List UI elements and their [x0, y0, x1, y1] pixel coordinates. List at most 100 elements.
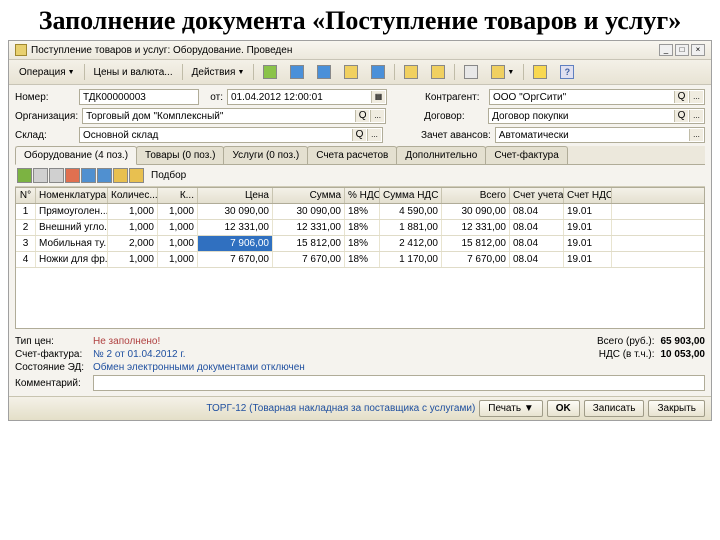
cell[interactable]: 19.01 [564, 252, 612, 267]
cell[interactable]: 12 331,00 [273, 220, 345, 235]
cell[interactable]: 1 170,00 [380, 252, 442, 267]
actions-menu[interactable]: Действия▼ [186, 64, 251, 81]
write-button[interactable]: Записать [584, 400, 645, 417]
col-total[interactable]: Всего [442, 188, 510, 203]
col-vsum[interactable]: Сумма НДС [380, 188, 442, 203]
sklad-open-icon[interactable]: Q [352, 129, 366, 141]
cell[interactable]: 08.04 [510, 252, 564, 267]
cell[interactable]: 12 331,00 [198, 220, 273, 235]
row-copy-icon[interactable] [33, 168, 48, 183]
torg-link[interactable]: ТОРГ-12 (Товарная накладная за поставщик… [206, 403, 475, 414]
col-vat[interactable]: % НДС [345, 188, 380, 203]
cell[interactable]: 08.04 [510, 204, 564, 219]
cell[interactable]: 30 090,00 [198, 204, 273, 219]
cell[interactable]: 3 [16, 236, 36, 251]
nav2-icon[interactable] [311, 62, 337, 82]
cell[interactable]: 08.04 [510, 236, 564, 251]
date-field[interactable]: 01.04.2012 12:00:01▦ [227, 89, 387, 105]
dog-open-icon[interactable]: Q [674, 110, 688, 122]
cell[interactable]: 1,000 [158, 220, 198, 235]
cell[interactable]: 12 331,00 [442, 220, 510, 235]
grid-empty[interactable] [16, 268, 704, 328]
row-down-icon[interactable] [97, 168, 112, 183]
cell[interactable]: 30 090,00 [442, 204, 510, 219]
cell[interactable]: 1 [16, 204, 36, 219]
ok-button[interactable]: OK [547, 400, 580, 417]
cell[interactable]: 2,000 [108, 236, 158, 251]
sf-link[interactable]: № 2 от 01.04.2012 г. [93, 349, 599, 360]
close-doc-button[interactable]: Закрыть [648, 400, 705, 417]
items-grid[interactable]: N° Номенклатура Количес... К... Цена Сум… [15, 187, 705, 329]
sklad-field[interactable]: Основной складQ... [79, 127, 383, 143]
minimize-button[interactable]: _ [659, 44, 673, 56]
add-icon[interactable] [257, 62, 283, 82]
print-icon[interactable] [458, 62, 484, 82]
tab-invoice[interactable]: Счет-фактура [485, 146, 567, 164]
row-add-icon[interactable] [17, 168, 32, 183]
col-nom[interactable]: Номенклатура [36, 188, 108, 203]
col-n[interactable]: N° [16, 188, 36, 203]
tips-icon[interactable] [527, 62, 553, 82]
cell[interactable]: 1,000 [158, 236, 198, 251]
prices-button[interactable]: Цены и валюта... [88, 64, 179, 81]
cell[interactable]: 30 090,00 [273, 204, 345, 219]
cell[interactable]: 19.01 [564, 204, 612, 219]
cell[interactable]: 19.01 [564, 220, 612, 235]
cell[interactable]: 18% [345, 236, 380, 251]
number-field[interactable]: ТДК00000003 [79, 89, 199, 105]
contr-field[interactable]: ООО "ОргСити"Q... [489, 89, 705, 105]
sklad-select-icon[interactable]: ... [367, 129, 381, 141]
org-open-icon[interactable]: Q [355, 110, 369, 122]
cell[interactable]: 4 590,00 [380, 204, 442, 219]
org-field[interactable]: Торговый дом "Комплексный"Q... [82, 108, 386, 124]
tab-additional[interactable]: Дополнительно [396, 146, 486, 164]
tab-accounts[interactable]: Счета расчетов [307, 146, 397, 164]
cell[interactable]: Прямоуголен... [36, 204, 108, 219]
maximize-button[interactable]: □ [675, 44, 689, 56]
cell[interactable]: 18% [345, 204, 380, 219]
cell[interactable]: 2 [16, 220, 36, 235]
dog-field[interactable]: Договор покупкиQ... [488, 108, 705, 124]
date-picker-icon[interactable]: ▦ [371, 91, 385, 103]
col-acc[interactable]: Счет учета [510, 188, 564, 203]
cell[interactable]: 18% [345, 252, 380, 267]
cell[interactable]: 1,000 [158, 252, 198, 267]
zach-field[interactable]: Автоматически... [495, 127, 705, 143]
table-row[interactable]: 4Ножки для фр...1,0001,0007 670,007 670,… [16, 252, 704, 268]
struct-icon[interactable] [398, 62, 424, 82]
row-edit-icon[interactable] [49, 168, 64, 183]
cell[interactable]: Внешний угло... [36, 220, 108, 235]
col-k[interactable]: К... [158, 188, 198, 203]
cell[interactable]: 19.01 [564, 236, 612, 251]
cell[interactable]: 2 412,00 [380, 236, 442, 251]
row-delete-icon[interactable] [65, 168, 80, 183]
table-row[interactable]: 2Внешний угло...1,0001,00012 331,0012 33… [16, 220, 704, 236]
cell[interactable]: 1,000 [108, 220, 158, 235]
table-row[interactable]: 1Прямоуголен...1,0001,00030 090,0030 090… [16, 204, 704, 220]
cell[interactable]: 1 881,00 [380, 220, 442, 235]
cell[interactable]: 18% [345, 220, 380, 235]
col-qty[interactable]: Количес... [108, 188, 158, 203]
tab-services[interactable]: Услуги (0 поз.) [223, 146, 308, 164]
cell[interactable]: Мобильная ту... [36, 236, 108, 251]
cell[interactable]: 08.04 [510, 220, 564, 235]
table-row[interactable]: 3Мобильная ту...2,0001,0007 906,00 15 812… [16, 236, 704, 252]
post-icon[interactable] [338, 62, 364, 82]
podbor-button[interactable]: Подбор [145, 167, 192, 184]
cell[interactable]: 1,000 [108, 252, 158, 267]
cell[interactable]: 4 [16, 252, 36, 267]
row-sort2-icon[interactable] [129, 168, 144, 183]
cell[interactable]: 15 812,00 [442, 236, 510, 251]
cell[interactable]: 7 906,00 [198, 236, 273, 251]
report-icon[interactable] [425, 62, 451, 82]
cell[interactable]: 7 670,00 [198, 252, 273, 267]
close-button[interactable]: × [691, 44, 705, 56]
comment-field[interactable] [93, 375, 705, 391]
help-icon[interactable]: ? [554, 62, 580, 82]
cell[interactable]: 7 670,00 [442, 252, 510, 267]
col-sum[interactable]: Сумма [273, 188, 345, 203]
row-sort-icon[interactable] [113, 168, 128, 183]
cell[interactable]: 7 670,00 [273, 252, 345, 267]
nav-icon[interactable] [284, 62, 310, 82]
operation-menu[interactable]: Операция▼ [13, 64, 81, 81]
